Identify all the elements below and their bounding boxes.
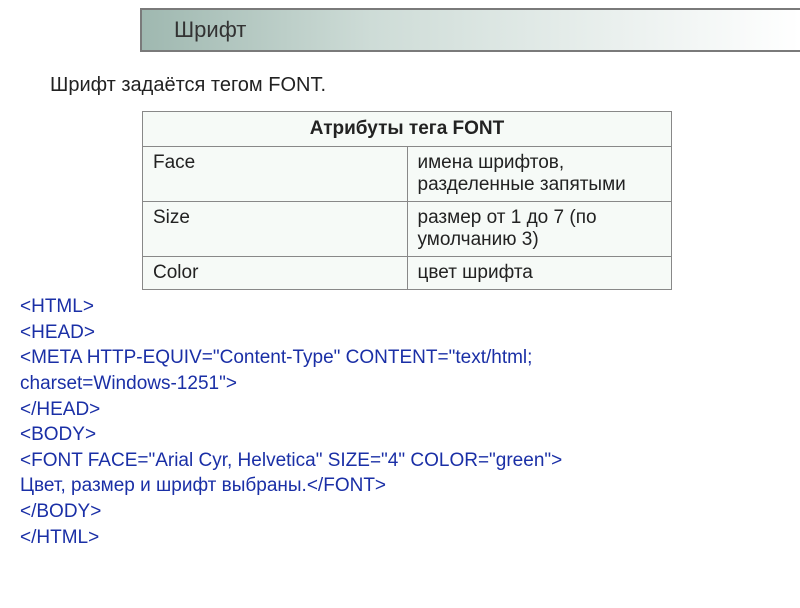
title-bar: Шрифт: [140, 8, 800, 52]
attr-name: Color: [143, 257, 408, 290]
table-row: Color цвет шрифта: [143, 257, 672, 290]
attr-name: Size: [143, 202, 408, 257]
slide-title: Шрифт: [174, 17, 246, 43]
intro-text: Шрифт задаётся тегом FONT.: [50, 74, 800, 97]
table-header: Атрибуты тега FONT: [143, 112, 672, 147]
attr-desc: цвет шрифта: [407, 257, 672, 290]
table-row: Size размер от 1 до 7 (по умолчанию 3): [143, 202, 672, 257]
code-example: <HTML> <HEAD> <META HTTP-EQUIV="Content-…: [20, 294, 800, 550]
attr-name: Face: [143, 147, 408, 202]
table-header-row: Атрибуты тега FONT: [143, 112, 672, 147]
attr-desc: размер от 1 до 7 (по умолчанию 3): [407, 202, 672, 257]
attr-desc: имена шрифтов, разделенные запятыми: [407, 147, 672, 202]
font-attributes-table: Атрибуты тега FONT Face имена шрифтов, р…: [142, 111, 672, 290]
table-row: Face имена шрифтов, разделенные запятыми: [143, 147, 672, 202]
